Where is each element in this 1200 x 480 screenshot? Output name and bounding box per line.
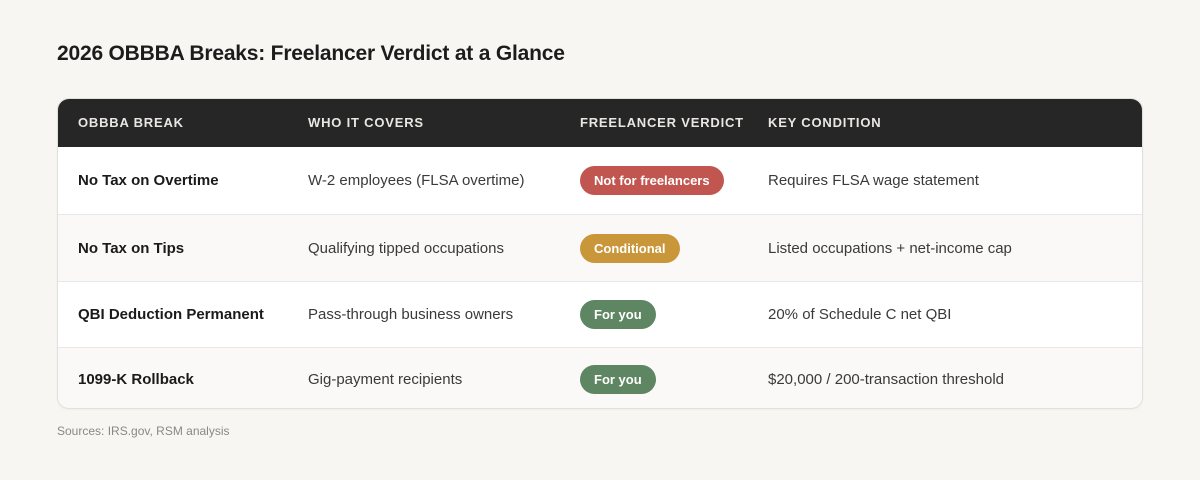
header-freelancer-verdict: FREELANCER VERDICT (580, 115, 744, 130)
table-row: 1099-K Rollback Gig-payment recipients F… (58, 347, 1142, 408)
verdict-cell: Not for freelancers (580, 147, 724, 214)
condition-text: 20% of Schedule C net QBI (768, 306, 952, 323)
sources-note: Sources: IRS.gov, RSM analysis (57, 424, 230, 438)
verdict-cell: Conditional (580, 215, 680, 281)
verdict-badge: For you (580, 300, 656, 329)
verdict-badge: Conditional (580, 233, 680, 263)
header-key-condition: KEY CONDITION (768, 115, 882, 130)
table-row: QBI Deduction Permanent Pass-through bus… (58, 281, 1142, 347)
header-obbba-break: OBBBA BREAK (78, 115, 184, 130)
verdict-badge: For you (580, 364, 656, 394)
condition-text: Listed occupations + net-income cap (768, 239, 1012, 257)
break-name: No Tax on Tips (78, 239, 185, 257)
covers-text: Qualifying tipped occupations (308, 239, 504, 257)
table-row: No Tax on Overtime W-2 employees (FLSA o… (58, 147, 1142, 214)
verdict-cell: For you (580, 348, 656, 408)
table-row: No Tax on Tips Qualifying tipped occupat… (58, 214, 1142, 281)
verdict-badge: Not for freelancers (580, 166, 724, 195)
break-name: QBI Deduction Permanent (78, 306, 264, 323)
condition-text: $20,000 / 200-transaction threshold (768, 370, 1004, 388)
verdict-cell: For you (580, 282, 656, 347)
covers-text: Pass-through business owners (308, 306, 514, 323)
page-title: 2026 OBBBA Breaks: Freelancer Verdict at… (57, 42, 565, 65)
covers-text: W-2 employees (FLSA overtime) (308, 172, 525, 189)
table-header: OBBBA BREAK WHO IT COVERS FREELANCER VER… (58, 99, 1142, 147)
condition-text: Requires FLSA wage statement (768, 172, 979, 189)
header-who-it-covers: WHO IT COVERS (308, 115, 424, 130)
break-name: No Tax on Overtime (78, 172, 219, 189)
break-name: 1099-K Rollback (78, 370, 194, 388)
verdict-table: OBBBA BREAK WHO IT COVERS FREELANCER VER… (57, 98, 1143, 409)
covers-text: Gig-payment recipients (308, 370, 463, 388)
